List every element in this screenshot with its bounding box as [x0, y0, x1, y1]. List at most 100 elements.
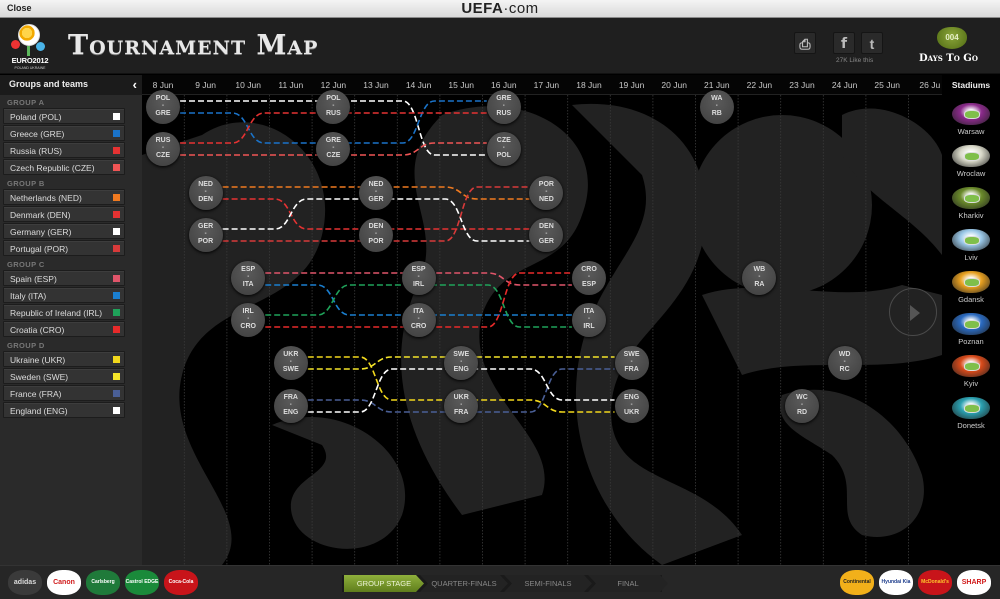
- sponsor-carlsberg[interactable]: Carlsberg: [86, 570, 120, 595]
- team-item[interactable]: Czech Republic (CZE): [3, 159, 125, 175]
- match-bubble[interactable]: POR - NED: [529, 176, 564, 210]
- stadium-kharkiv[interactable]: Kharkiv: [942, 179, 1000, 221]
- match-bubble[interactable]: ITA - CRO: [401, 303, 436, 337]
- footer: adidas Canon Carlsberg Castrol EDGE Coca-Col…: [0, 565, 1000, 599]
- match-bubble[interactable]: ITA - IRL: [572, 303, 606, 337]
- match-bubble[interactable]: GRE - RUS: [486, 90, 521, 124]
- stadium-icon: [952, 355, 990, 377]
- date-label: 12 Jun: [320, 80, 347, 90]
- match-away: POR: [368, 238, 384, 245]
- match-away: ENG: [283, 409, 299, 416]
- match-home: CRO: [581, 266, 597, 273]
- group-list: GROUP A Poland (POL) Greece (GRE) Russia (R…: [0, 95, 142, 418]
- sponsor-hyundai-kia[interactable]: Hyundai Kia: [879, 570, 913, 595]
- twitter-button[interactable]: t: [861, 32, 883, 54]
- stadium-poznan[interactable]: Poznan: [942, 305, 1000, 347]
- uefa-brand: UEFA·com: [0, 0, 1000, 18]
- match-bubble[interactable]: ESP - ITA: [231, 261, 266, 295]
- stadium-kyiv[interactable]: Kyiv: [942, 347, 1000, 389]
- team-item[interactable]: Sweden (SWE): [3, 368, 125, 384]
- team-label: Netherlands (NED): [10, 193, 82, 203]
- match-home: UKR: [453, 394, 469, 401]
- match-bubble[interactable]: WD - RC: [827, 346, 862, 380]
- match-bubble[interactable]: RUS - CZE: [146, 132, 180, 166]
- next-stage-button[interactable]: [889, 288, 937, 336]
- close-button[interactable]: Close: [7, 3, 32, 13]
- stadiums-panel: Stadiums Warsaw Wroclaw Kharkiv Lviv Gdansk P…: [942, 75, 1000, 565]
- stadium-donetsk[interactable]: Donetsk: [942, 389, 1000, 431]
- match-bubble[interactable]: POL - GRE: [146, 90, 180, 124]
- collapse-chevron-icon[interactable]: ‹: [133, 77, 137, 92]
- match-separator: -: [588, 315, 590, 322]
- match-bubble[interactable]: NED - GER: [359, 176, 393, 210]
- date-label: 14 Jun: [405, 80, 432, 90]
- match-bubble[interactable]: UKR - SWE: [273, 346, 308, 380]
- team-label: Croatia (CRO): [10, 325, 65, 335]
- team-color-swatch: [113, 147, 120, 154]
- sponsor-castrol-edge[interactable]: Castrol EDGE: [125, 570, 159, 595]
- team-item[interactable]: Spain (ESP): [3, 270, 125, 286]
- stadium-icon: [952, 145, 990, 167]
- team-item[interactable]: Ukraine (UKR): [3, 351, 125, 367]
- sidebar-title: Groups and teams: [9, 79, 89, 89]
- stage-tab-quarter-finals[interactable]: QUARTER-FINALS: [420, 575, 508, 592]
- match-bubble[interactable]: FRA - ENG: [273, 389, 308, 423]
- match-bubble[interactable]: DEN - POR: [359, 218, 393, 252]
- match-bubble[interactable]: GER - POR: [188, 218, 223, 252]
- stage-tab-final[interactable]: FINAL: [588, 575, 668, 592]
- stadium-warsaw[interactable]: Warsaw: [942, 95, 1000, 137]
- team-item[interactable]: Russia (RUS): [3, 142, 125, 158]
- match-bubble[interactable]: WA - RB: [699, 90, 734, 124]
- match-bubble[interactable]: WC - RD: [785, 389, 819, 423]
- team-label: Italy (ITA): [10, 291, 47, 301]
- sponsor-adidas[interactable]: adidas: [8, 570, 42, 595]
- team-item[interactable]: Netherlands (NED): [3, 189, 125, 205]
- match-away: POL: [496, 152, 511, 159]
- match-home: IRL: [242, 308, 254, 315]
- match-bubble[interactable]: IRL - CRO: [231, 303, 266, 337]
- facebook-button[interactable]: f: [833, 32, 855, 54]
- match-bubble[interactable]: UKR - FRA: [444, 389, 479, 423]
- team-item[interactable]: Republic of Ireland (IRL): [3, 304, 125, 320]
- match-bubble[interactable]: CZE - POL: [486, 132, 521, 166]
- date-label: 16 Jun: [491, 80, 517, 90]
- match-bubble[interactable]: GRE - CZE: [316, 132, 351, 166]
- match-bubble[interactable]: ESP - IRL: [401, 261, 436, 295]
- team-item[interactable]: Italy (ITA): [3, 287, 125, 303]
- stadium-label: Wroclaw: [956, 169, 986, 178]
- match-home: UKR: [283, 351, 299, 358]
- stadium-wroclaw[interactable]: Wroclaw: [942, 137, 1000, 179]
- print-button[interactable]: ⎙: [794, 32, 816, 54]
- match-bubble[interactable]: ENG - UKR: [614, 389, 649, 423]
- match-bubble[interactable]: CRO - ESP: [572, 261, 606, 295]
- match-away: CZE: [156, 152, 170, 159]
- team-color-swatch: [113, 211, 120, 218]
- match-bubble[interactable]: SWE - FRA: [614, 346, 649, 380]
- team-item[interactable]: France (FRA): [3, 385, 125, 401]
- sponsor-coca-cola[interactable]: Coca-Cola: [164, 570, 198, 595]
- team-item[interactable]: Poland (POL): [3, 108, 125, 124]
- team-item[interactable]: Greece (GRE): [3, 125, 125, 141]
- team-item[interactable]: Croatia (CRO): [3, 321, 125, 337]
- team-label: Ukraine (UKR): [10, 355, 66, 365]
- team-item[interactable]: Portugal (POR): [3, 240, 125, 256]
- team-color-swatch: [113, 194, 120, 201]
- match-bubble[interactable]: SWE - ENG: [444, 346, 479, 380]
- sponsor-canon[interactable]: Canon: [47, 570, 81, 595]
- team-item[interactable]: Denmark (DEN): [3, 206, 125, 222]
- match-bubble[interactable]: POL - RUS: [316, 90, 351, 124]
- sponsor-continental[interactable]: Continental: [840, 570, 874, 595]
- team-item[interactable]: Germany (GER): [3, 223, 125, 239]
- match-bubble[interactable]: NED - DEN: [188, 176, 223, 210]
- date-label: 20 Jun: [661, 80, 687, 90]
- sponsor-sharp[interactable]: SHARP: [957, 570, 991, 595]
- match-bubble[interactable]: WB - RA: [742, 261, 777, 295]
- match-bubble[interactable]: DEN - GER: [529, 218, 564, 252]
- stage-tab-semi-finals[interactable]: SEMI-FINALS: [504, 575, 592, 592]
- match-away: GER: [538, 238, 554, 245]
- stage-tab-group-stage[interactable]: GROUP STAGE: [344, 575, 424, 592]
- sponsor-mcdonald-s[interactable]: McDonald's: [918, 570, 952, 595]
- team-item[interactable]: England (ENG): [3, 402, 125, 418]
- stadium-lviv[interactable]: Lviv: [942, 221, 1000, 263]
- stadium-gdansk[interactable]: Gdansk: [942, 263, 1000, 305]
